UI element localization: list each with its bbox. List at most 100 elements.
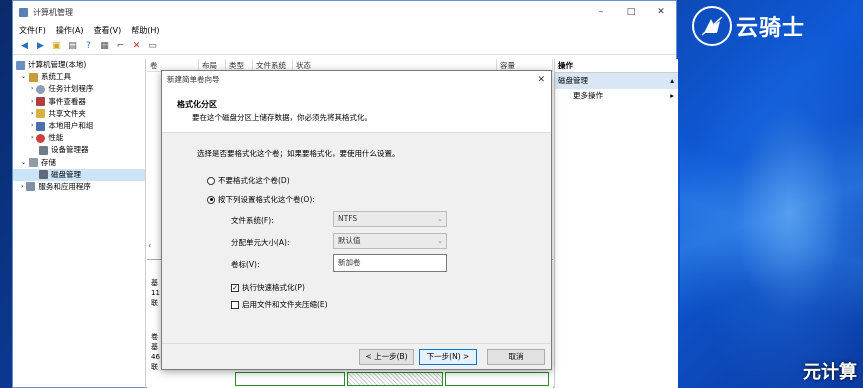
- partition-block[interactable]: [235, 372, 345, 386]
- wizard-subheading: 要在这个磁盘分区上储存数据，你必须先将其格式化。: [192, 113, 372, 122]
- actions-pane: 操作 磁盘管理 ▴ 更多操作 ▸: [554, 59, 678, 388]
- disk-1-size: 46: [151, 353, 160, 361]
- navigation-tree: 计算机管理(本地) ⌄ 系统工具 › 任务计划程序 › 事件查看器 › 共享文件…: [13, 59, 146, 388]
- tree-item-root[interactable]: 计算机管理(本地): [13, 59, 145, 71]
- partition-block[interactable]: [347, 372, 443, 386]
- allocation-unit-select[interactable]: 默认值 ⌄: [333, 233, 447, 249]
- quick-format-checkbox[interactable]: ✓ 执行快速格式化(P): [231, 282, 305, 293]
- tree-item-services-apps[interactable]: › 服务和应用程序: [13, 181, 145, 193]
- chevron-right-icon: ›: [31, 122, 34, 130]
- menu-view[interactable]: 查看(V): [94, 25, 122, 36]
- users-icon: [36, 121, 46, 131]
- tree-item-label: 存储: [41, 157, 57, 167]
- chevron-down-icon: ⌄: [437, 237, 443, 245]
- properties-icon[interactable]: ▦: [99, 40, 110, 51]
- more-actions-label: 更多操作: [573, 91, 603, 100]
- actions-header: 操作: [555, 59, 678, 73]
- tree-item-performance[interactable]: › 性能: [13, 132, 145, 144]
- window-controls: – □ ✕: [586, 7, 676, 17]
- disk-0-type: 基: [151, 279, 158, 287]
- checkbox-label: 执行快速格式化(P): [242, 283, 305, 292]
- tree-item-local-users[interactable]: › 本地用户和组: [13, 120, 145, 132]
- radio-button-selected-icon: [207, 195, 215, 204]
- wizard-body: 选择是否要格式化这个卷；如果要格式化，要使用什么设置。 不要格式化这个卷(D) …: [162, 133, 551, 345]
- tree-item-system-tools[interactable]: ⌄ 系统工具: [13, 71, 145, 83]
- event-log-icon: [36, 97, 46, 107]
- tree-item-label: 服务和应用程序: [38, 181, 91, 191]
- export-list-icon[interactable]: ▭: [147, 40, 158, 51]
- maximize-button[interactable]: □: [616, 7, 646, 17]
- tree-item-label: 本地用户和组: [48, 121, 94, 131]
- services-icon: [26, 182, 36, 192]
- wizard-close-icon[interactable]: ✕: [537, 75, 551, 85]
- wizard-footer: < 上一步(B) 下一步(N) > 取消: [162, 343, 551, 369]
- forward-arrow-icon[interactable]: ▶: [35, 40, 46, 51]
- volume-label-label: 卷标(V):: [231, 260, 260, 269]
- compression-checkbox[interactable]: 启用文件和文件夹压缩(E): [231, 299, 328, 310]
- brand-logo: 云骑士: [692, 6, 805, 46]
- checkbox-label: 启用文件和文件夹压缩(E): [242, 300, 328, 309]
- tree-item-label: 磁盘管理: [51, 169, 81, 179]
- volume-label-value: 新加卷: [338, 258, 361, 267]
- delete-icon[interactable]: ✕: [131, 40, 142, 51]
- filesystem-label: 文件系统(F):: [231, 216, 274, 225]
- wizard-instruction: 选择是否要格式化这个卷；如果要格式化，要使用什么设置。: [197, 149, 400, 158]
- new-simple-volume-wizard: 新建简单卷向导 ✕ 格式化分区 要在这个磁盘分区上储存数据，你必须先将其格式化。…: [161, 70, 552, 370]
- radio-do-not-format[interactable]: 不要格式化这个卷(D): [207, 175, 290, 186]
- checkbox-unchecked-icon: [231, 300, 239, 309]
- tools-icon: [29, 72, 39, 82]
- close-button[interactable]: ✕: [646, 7, 676, 17]
- disk-0-size: 11: [151, 289, 160, 297]
- tree-item-shared-folders[interactable]: › 共享文件夹: [13, 108, 145, 120]
- chevron-right-icon: ›: [31, 85, 34, 93]
- radio-format-with-settings[interactable]: 按下列设置格式化这个卷(O):: [207, 194, 315, 205]
- menu-help[interactable]: 帮助(H): [131, 25, 159, 36]
- actions-section-disk-management[interactable]: 磁盘管理 ▴: [555, 73, 678, 89]
- minimize-button[interactable]: –: [586, 7, 616, 17]
- chevron-right-icon: ›: [31, 109, 34, 117]
- up-folder-icon[interactable]: ▣: [51, 40, 62, 51]
- tree-item-event-viewer[interactable]: › 事件查看器: [13, 96, 145, 108]
- filesystem-select[interactable]: NTFS ⌄: [333, 211, 447, 227]
- wizard-header: 格式化分区 要在这个磁盘分区上储存数据，你必须先将其格式化。: [162, 88, 551, 133]
- back-arrow-icon[interactable]: ◀: [19, 40, 30, 51]
- tree-item-device-manager[interactable]: 设备管理器: [13, 144, 145, 156]
- clock-icon: [36, 84, 46, 94]
- scroll-left-arrow[interactable]: ‹: [148, 241, 151, 250]
- cancel-button[interactable]: 取消: [487, 349, 545, 365]
- app-icon: [19, 7, 28, 17]
- actions-section-label: 磁盘管理: [558, 76, 588, 85]
- tree-item-label: 事件查看器: [48, 96, 86, 106]
- allocation-unit-label: 分配单元大小(A):: [231, 238, 290, 247]
- volume-label-input[interactable]: 新加卷: [333, 254, 447, 272]
- wizard-title: 新建简单卷向导: [167, 75, 220, 84]
- chevron-right-icon: ›: [31, 97, 34, 105]
- chevron-down-icon: ⌄: [21, 73, 27, 81]
- disk-icon: [39, 170, 48, 180]
- menu-file[interactable]: 文件(F): [19, 25, 46, 36]
- back-button[interactable]: < 上一步(B): [359, 349, 414, 365]
- show-hide-tree-icon[interactable]: ▤: [67, 40, 78, 51]
- radio-button-icon: [207, 176, 215, 185]
- next-button[interactable]: 下一步(N) >: [419, 349, 477, 365]
- tree-item-disk-management[interactable]: 磁盘管理: [13, 168, 145, 181]
- disk-1-label: 卷: [151, 333, 158, 341]
- performance-icon: [36, 133, 46, 143]
- tree-item-storage[interactable]: ⌄ 存储: [13, 157, 145, 169]
- tree-item-label: 计算机管理(本地): [28, 60, 87, 70]
- partition-block[interactable]: [445, 372, 549, 386]
- connect-icon[interactable]: ⌐: [115, 40, 126, 51]
- menu-action[interactable]: 操作(A): [56, 25, 84, 36]
- more-actions-item[interactable]: 更多操作 ▸: [555, 89, 678, 102]
- disk-1-type: 基: [151, 343, 158, 351]
- computer-icon: [16, 60, 25, 70]
- watermark-text: 元计算: [803, 362, 857, 383]
- tree-item-label: 任务计划程序: [48, 84, 94, 94]
- wizard-title-bar: 新建简单卷向导 ✕: [162, 71, 551, 88]
- allocation-unit-value: 默认值: [338, 236, 361, 245]
- tree-item-task-scheduler[interactable]: › 任务计划程序: [13, 83, 145, 95]
- disk-1-status: 联: [151, 363, 158, 371]
- chevron-right-icon: ›: [31, 134, 34, 142]
- help-icon[interactable]: ?: [83, 40, 94, 51]
- radio-label: 不要格式化这个卷(D): [218, 176, 290, 185]
